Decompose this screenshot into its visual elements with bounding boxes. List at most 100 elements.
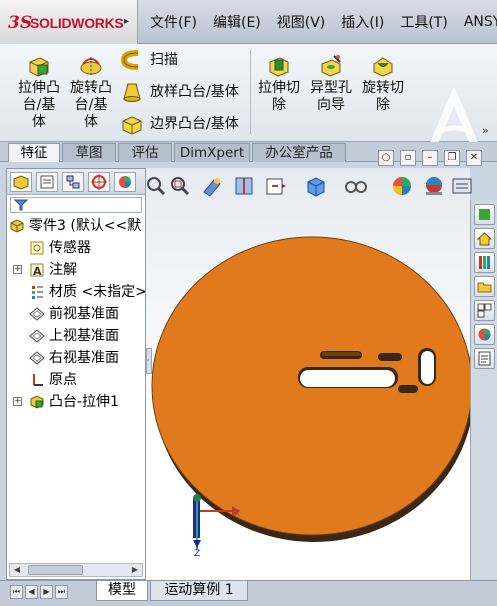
zoom-to-fit-icon[interactable]	[144, 174, 168, 198]
revolve-boss-button[interactable]: 旋转凸 台/基 体	[66, 54, 116, 131]
solidworks-logo[interactable]: 3S SOLIDWORKS ▸	[0, 0, 138, 44]
scroll-left-icon[interactable]: ◀	[10, 564, 24, 576]
tree-item-annotations[interactable]: + A 注解	[7, 259, 145, 281]
slot-small-bottom[interactable]	[398, 385, 418, 393]
hole-wizard-icon	[321, 55, 341, 77]
tree-item-boss-extrude1[interactable]: + 凸台-拉伸1	[7, 391, 145, 413]
solidworks-resources-icon[interactable]	[474, 204, 495, 225]
sweep-button[interactable]: 扫描	[120, 48, 178, 72]
triad-x-label: X	[234, 509, 240, 519]
ribbon-more-arrow-icon[interactable]: »	[482, 124, 489, 137]
menu-insert[interactable]: 插入(I)	[333, 12, 392, 32]
viewport-tile-icon[interactable]: ▫	[400, 150, 416, 166]
revolve-boss-icon	[80, 57, 102, 76]
viewport-minimize-icon[interactable]: –	[422, 150, 438, 166]
next-tab-icon[interactable]: ▶	[40, 585, 53, 599]
tree-item-label: 右视基准面	[49, 350, 119, 366]
extrude-cut-label-2: 除	[272, 97, 286, 113]
view-palette-icon[interactable]	[474, 300, 495, 321]
prev-tab-icon[interactable]: ◀	[25, 585, 38, 599]
task-pane-strip	[470, 200, 497, 580]
hide-show-items-icon[interactable]	[344, 174, 368, 198]
slot-long[interactable]	[298, 367, 398, 388]
section-view-icon[interactable]	[232, 174, 256, 198]
tree-item-label: 凸台-拉伸1	[49, 394, 119, 410]
slot-small-right[interactable]	[378, 353, 402, 361]
graphics-viewport[interactable]: X Z ‹	[146, 168, 470, 580]
tab-motion-study-1[interactable]: 运动算例 1	[150, 581, 248, 601]
panel-collapse-handle[interactable]: ‹	[146, 348, 152, 374]
extrude-cut-label-1: 拉伸切	[258, 80, 300, 96]
slot-vertical[interactable]	[418, 348, 436, 386]
tree-item-front-plane[interactable]: 前视基准面	[7, 303, 145, 325]
scroll-right-icon[interactable]: ▶	[128, 564, 142, 576]
bottom-tab-bar: ⏮ ◀ ▶ ⏭ 模型 运动算例 1	[0, 580, 497, 606]
zoom-area-icon[interactable]	[168, 174, 192, 198]
part-model[interactable]: X Z	[146, 168, 470, 580]
tab-model[interactable]: 模型	[96, 581, 148, 601]
boss-extrude-icon	[30, 395, 44, 409]
slot-small-top[interactable]	[320, 351, 362, 359]
extrude-boss-label-3: 体	[32, 114, 46, 130]
tree-filter-input[interactable]	[10, 197, 142, 213]
view-orientation-icon[interactable]	[264, 174, 288, 198]
first-tab-icon[interactable]: ⏮	[10, 585, 23, 599]
expand-icon[interactable]: +	[13, 265, 22, 274]
loft-button[interactable]: 放样凸台/基体	[120, 80, 239, 104]
expand-icon[interactable]: +	[13, 397, 22, 406]
menu-file[interactable]: 文件(F)	[142, 12, 205, 32]
configuration-manager-tab-icon[interactable]	[62, 172, 84, 192]
tree-item-origin[interactable]: 原点	[7, 369, 145, 391]
last-tab-icon[interactable]: ⏭	[55, 585, 68, 599]
revolve-cut-label-1: 旋转切	[362, 80, 404, 96]
logo-dropdown-arrow-icon[interactable]: ▸	[124, 16, 129, 27]
previous-view-icon[interactable]	[200, 174, 224, 198]
tree-horizontal-scrollbar[interactable]: ◀ ▶	[9, 563, 143, 577]
tab-sketch[interactable]: 草图	[62, 143, 116, 162]
design-library-icon[interactable]	[474, 252, 495, 273]
tab-features[interactable]: 特征	[8, 143, 60, 162]
boundary-boss-button[interactable]: 边界凸台/基体	[120, 112, 239, 136]
extrude-boss-label-1: 拉伸凸	[18, 80, 60, 96]
menu-tools[interactable]: 工具(T)	[392, 12, 455, 32]
viewport-title-bar: ○ ▫ – ❐ ✕	[146, 148, 496, 168]
brand-solid-text: SOLID	[30, 15, 72, 31]
extrude-boss-button[interactable]: 拉伸凸 台/基 体	[14, 54, 64, 131]
tree-item-label: 上视基准面	[49, 328, 119, 344]
tree-item-top-plane[interactable]: 上视基准面	[7, 325, 145, 347]
plane-icon	[29, 307, 45, 321]
menu-view[interactable]: 视图(V)	[269, 12, 334, 32]
display-style-icon[interactable]	[304, 174, 328, 198]
property-manager-tab-icon[interactable]	[36, 172, 58, 192]
menu-edit[interactable]: 编辑(E)	[205, 12, 269, 32]
tree-root-label: 零件3 (默认<<默	[29, 218, 142, 234]
view-settings-icon[interactable]	[450, 174, 474, 198]
viewport-maximize-icon[interactable]: ❐	[444, 150, 460, 166]
feature-manager-panel: 零件3 (默认<<默 传感器 + A 注解 材质 <未指定> 前视基准面 上视基…	[6, 168, 146, 580]
dimxpert-manager-tab-icon[interactable]	[88, 172, 110, 192]
feature-manager-tab-icon[interactable]	[10, 172, 32, 192]
menu-ansys[interactable]: ANSYS	[456, 14, 497, 30]
loft-icon	[123, 83, 141, 102]
viewport-close-icon[interactable]: ✕	[466, 150, 482, 166]
extrude-cut-button[interactable]: 拉伸切 除	[254, 54, 304, 114]
display-manager-tab-icon[interactable]	[114, 172, 136, 192]
revolve-cut-icon	[373, 57, 393, 77]
edit-appearance-icon[interactable]	[390, 174, 414, 198]
viewport-restore-icon[interactable]: ○	[378, 150, 394, 166]
apply-scene-icon[interactable]	[422, 174, 446, 198]
hole-wizard-button[interactable]: 异型孔 向导	[306, 54, 356, 114]
tree-item-sensors[interactable]: 传感器	[7, 237, 145, 259]
extrude-boss-label-2: 台/基	[22, 97, 56, 113]
feature-tree: 零件3 (默认<<默 传感器 + A 注解 材质 <未指定> 前视基准面 上视基…	[7, 215, 145, 413]
file-explorer-icon[interactable]	[474, 276, 495, 297]
revolve-cut-button[interactable]: 旋转切 除	[358, 54, 408, 114]
custom-properties-icon[interactable]	[474, 348, 495, 369]
home-icon[interactable]	[474, 228, 495, 249]
tree-item-right-plane[interactable]: 右视基准面	[7, 347, 145, 369]
scroll-thumb[interactable]	[28, 565, 83, 575]
tree-root-part[interactable]: 零件3 (默认<<默	[7, 215, 145, 237]
hole-wizard-label-2: 向导	[317, 97, 345, 113]
appearances-icon[interactable]	[474, 324, 495, 345]
tree-item-material[interactable]: 材质 <未指定>	[7, 281, 145, 303]
